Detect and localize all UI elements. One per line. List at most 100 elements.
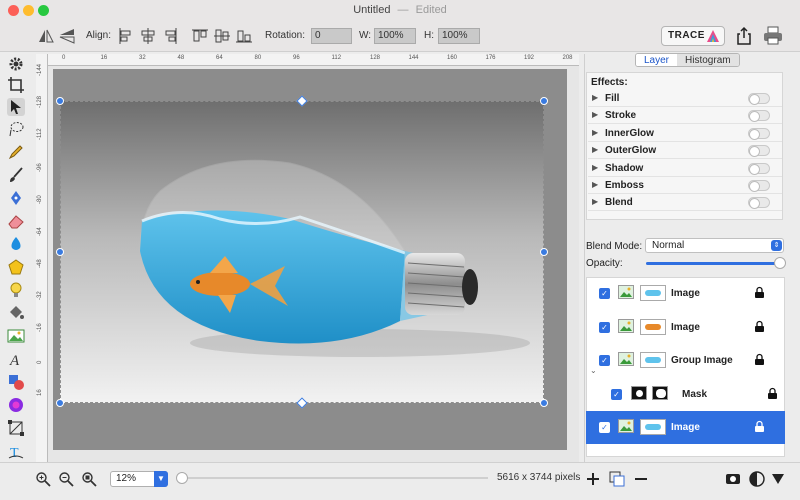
- flip-horizontal-icon[interactable]: [37, 27, 55, 45]
- effect-toggle[interactable]: [748, 180, 770, 192]
- height-field[interactable]: 100%: [438, 28, 480, 44]
- effect-row-stroke[interactable]: ▶ Stroke: [588, 107, 782, 125]
- effect-toggle[interactable]: [748, 162, 770, 175]
- add-layer-icon[interactable]: [585, 471, 601, 487]
- triangle-down-icon[interactable]: [771, 472, 785, 486]
- disclosure-triangle-icon[interactable]: ▶: [592, 93, 598, 102]
- chevron-down-icon[interactable]: ⌄: [590, 366, 597, 375]
- layer-visibility-checkbox[interactable]: ✓: [599, 321, 610, 333]
- effect-toggle[interactable]: [748, 93, 770, 105]
- align-center-icon[interactable]: [139, 27, 157, 45]
- selection-bounds[interactable]: [60, 101, 544, 403]
- layer-name: Image: [671, 422, 700, 433]
- eraser-icon[interactable]: [7, 212, 25, 230]
- delete-layer-icon[interactable]: [633, 471, 649, 487]
- flip-vertical-icon[interactable]: [58, 27, 76, 45]
- disclosure-triangle-icon[interactable]: ▶: [592, 110, 598, 119]
- arrow-select-icon[interactable]: [7, 98, 25, 116]
- align-right-icon[interactable]: [161, 27, 179, 45]
- share-icon[interactable]: [735, 26, 753, 46]
- image-tool-icon[interactable]: [7, 327, 25, 345]
- layer-row[interactable]: ✓ Image: [586, 411, 785, 444]
- lock-icon[interactable]: [754, 286, 765, 299]
- duplicate-layer-icon[interactable]: [608, 470, 626, 488]
- lock-icon[interactable]: [754, 420, 765, 433]
- resize-handle-top-left[interactable]: [56, 97, 64, 105]
- layer-row[interactable]: ✓ Image: [586, 277, 785, 310]
- disclosure-triangle-icon[interactable]: ▶: [592, 197, 598, 206]
- align-bottom-icon[interactable]: [235, 27, 253, 45]
- resize-handle-top-right[interactable]: [540, 97, 548, 105]
- fill-drop-icon[interactable]: [7, 235, 25, 253]
- title-bar: Untitled — Edited: [0, 0, 800, 20]
- adjustments-icon[interactable]: [748, 470, 766, 488]
- disclosure-triangle-icon[interactable]: ▶: [592, 145, 598, 154]
- width-field[interactable]: 100%: [374, 28, 416, 44]
- zoom-fit-icon[interactable]: [81, 471, 97, 487]
- opacity-slider-knob[interactable]: [774, 257, 786, 269]
- disclosure-triangle-icon[interactable]: ▶: [592, 163, 598, 172]
- ruler-tick-label: 80: [254, 55, 262, 61]
- resize-handle-bottom-left[interactable]: [56, 399, 64, 407]
- color-picker-icon[interactable]: [7, 396, 25, 414]
- effect-row-fill[interactable]: ▶ Fill: [588, 90, 782, 107]
- align-middle-icon[interactable]: [213, 27, 231, 45]
- layer-row[interactable]: ✓ Mask: [586, 378, 785, 411]
- effect-row-outerglow[interactable]: ▶ OuterGlow: [588, 142, 782, 160]
- effect-row-innerglow[interactable]: ▶ InnerGlow: [588, 125, 782, 142]
- disclosure-triangle-icon[interactable]: ▶: [592, 180, 598, 189]
- mask-icon[interactable]: [724, 470, 742, 488]
- effect-toggle[interactable]: [748, 145, 770, 158]
- lock-icon[interactable]: [754, 320, 765, 333]
- effect-toggle[interactable]: [748, 197, 770, 210]
- ruler-tick-label: 48: [177, 55, 185, 61]
- shapes-stack-icon[interactable]: [7, 373, 25, 391]
- resize-handle-left[interactable]: [56, 248, 64, 256]
- zoom-slider-knob[interactable]: [176, 472, 188, 484]
- effect-row-emboss[interactable]: ▶ Emboss: [588, 177, 782, 194]
- effect-row-blend[interactable]: ▶ Blend: [588, 194, 782, 212]
- tab-histogram[interactable]: Histogram: [677, 54, 739, 66]
- zoom-in-icon[interactable]: [35, 471, 51, 487]
- opacity-slider[interactable]: [646, 262, 780, 265]
- layer-visibility-checkbox[interactable]: ✓: [599, 288, 610, 299]
- resize-handle-bottom-right[interactable]: [540, 399, 548, 407]
- layer-visibility-checkbox[interactable]: ✓: [611, 388, 622, 400]
- ruler-tick-label: 0: [62, 55, 66, 61]
- brush-icon[interactable]: [7, 166, 25, 184]
- trace-button[interactable]: TRACE: [661, 26, 725, 46]
- resize-handle-right[interactable]: [540, 248, 548, 256]
- transform-icon[interactable]: [7, 419, 25, 437]
- effect-toggle[interactable]: [748, 127, 770, 140]
- text-path-icon[interactable]: T: [7, 442, 25, 460]
- lock-icon[interactable]: [767, 387, 778, 400]
- tab-layer[interactable]: Layer: [636, 54, 678, 66]
- crop-icon[interactable]: [7, 76, 25, 94]
- effect-toggle[interactable]: [748, 110, 770, 123]
- layer-row[interactable]: ✓ Image: [586, 311, 785, 344]
- effect-row-shadow[interactable]: ▶ Shadow: [588, 160, 782, 177]
- layer-visibility-checkbox[interactable]: ✓: [599, 422, 610, 433]
- align-left-icon[interactable]: [117, 27, 135, 45]
- bucket-icon[interactable]: [7, 304, 25, 322]
- pen-tool-icon[interactable]: [7, 189, 25, 207]
- lightbulb-icon[interactable]: [7, 281, 25, 299]
- height-label: H:: [424, 30, 434, 41]
- zoom-slider[interactable]: [188, 477, 488, 479]
- blend-mode-select[interactable]: Normal ⇕: [645, 238, 784, 253]
- image-layer-icon: [618, 419, 634, 433]
- shape-icon[interactable]: [7, 258, 25, 276]
- zoom-out-icon[interactable]: [58, 471, 74, 487]
- zoom-select[interactable]: 12% ▼: [110, 471, 168, 487]
- disclosure-triangle-icon[interactable]: ▶: [592, 128, 598, 137]
- layer-visibility-checkbox[interactable]: ✓: [599, 355, 610, 366]
- print-icon[interactable]: [762, 26, 784, 46]
- rotation-field[interactable]: 0: [311, 28, 352, 44]
- pencil-icon[interactable]: [7, 143, 25, 161]
- text-tool-icon[interactable]: A: [7, 350, 25, 368]
- lasso-icon[interactable]: [7, 120, 25, 138]
- gear-icon[interactable]: [7, 55, 25, 73]
- lock-icon[interactable]: [754, 353, 765, 366]
- layer-row[interactable]: ⌄ ✓ Group Image: [586, 344, 785, 377]
- align-top-icon[interactable]: [191, 27, 209, 45]
